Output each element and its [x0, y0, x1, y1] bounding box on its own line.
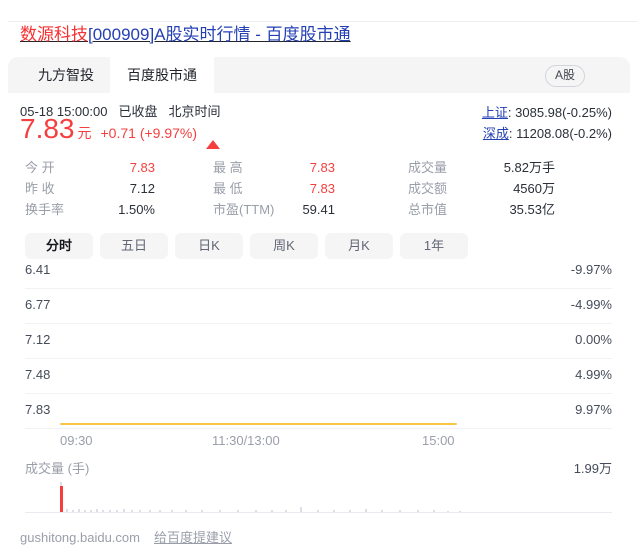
y-tick-price-4: 7.48 — [25, 367, 50, 382]
stats-column-1: 今 开7.83 昨 收7.12 换手率1.50% — [25, 157, 155, 220]
gridline-4 — [25, 393, 612, 394]
stats-column-2: 最 高7.83 最 低7.83 市盈(TTM)59.41 — [213, 157, 335, 220]
x-tick-open: 09:30 — [60, 433, 93, 448]
index-shanghai-link[interactable]: 上证 — [482, 105, 508, 120]
tab-jiufang-zhitou[interactable]: 九方智投 — [22, 57, 110, 93]
y-tick-pct-4: 4.99% — [575, 367, 612, 382]
period-tab-monthly-k[interactable]: 月K — [325, 233, 393, 259]
y-tick-price-1: 6.41 — [25, 262, 50, 277]
price-row: 7.83 元 +0.71 (+9.97%) — [20, 114, 220, 144]
current-price: 7.83 — [20, 114, 75, 144]
y-tick-pct-2: -4.99% — [571, 297, 612, 312]
y-tick-price-5: 7.83 — [25, 402, 50, 417]
footer: gushitong.baidu.com 给百度提建议 — [20, 527, 232, 546]
title-highlighted-term: 数源科技 — [20, 25, 88, 44]
index-shenzhen-link[interactable]: 深成 — [483, 126, 509, 141]
search-result-title-link[interactable]: 数源科技[000909]A股实时行情 - 百度股市通 — [20, 24, 351, 46]
stat-volume: 成交量5.82万手 — [408, 157, 555, 178]
x-tick-close: 15:00 — [422, 433, 455, 448]
index-shanghai: 上证: 3085.98(-0.25%) — [482, 102, 612, 123]
stat-market-cap: 总市值35.53亿 — [408, 199, 555, 220]
up-arrow-icon — [206, 123, 220, 139]
y-tick-pct-3: 0.00% — [575, 332, 612, 347]
price-change: +0.71 (+9.97%) — [101, 125, 198, 141]
source-tab-strip: 九方智投 百度股市通 A股 — [8, 57, 630, 93]
period-tab-weekly-k[interactable]: 周K — [250, 233, 318, 259]
period-tab-intraday[interactable]: 分时 — [25, 233, 93, 259]
y-tick-pct-1: -9.97% — [571, 262, 612, 277]
y-tick-pct-5: 9.97% — [575, 402, 612, 417]
volume-bars — [25, 478, 612, 513]
stats-column-3: 成交量5.82万手 成交额4560万 总市值35.53亿 — [408, 157, 555, 220]
stat-low: 最 低7.83 — [213, 178, 335, 199]
x-tick-midday: 11:30/13:00 — [212, 433, 280, 448]
tab-baidu-gushitong[interactable]: 百度股市通 — [110, 57, 214, 93]
price-unit: 元 — [78, 123, 92, 143]
period-tab-daily-k[interactable]: 日K — [175, 233, 243, 259]
stat-high: 最 高7.83 — [213, 157, 335, 178]
index-quotes: 上证: 3085.98(-0.25%) 深成: 11208.08(-0.2%) — [482, 102, 612, 144]
period-tab-1year[interactable]: 1年 — [400, 233, 468, 259]
intraday-price-line — [60, 423, 457, 425]
stock-quote-page: 数源科技[000909]A股实时行情 - 百度股市通 九方智投 百度股市通 A股… — [0, 0, 637, 546]
gridline-1 — [25, 288, 612, 289]
stat-pe-ttm: 市盈(TTM)59.41 — [213, 199, 335, 220]
stat-open: 今 开7.83 — [25, 157, 155, 178]
title-rest: [000909]A股实时行情 - 百度股市通 — [88, 25, 351, 44]
volume-axis-label: 成交量 (手) — [25, 458, 89, 477]
volume-max-value: 1.99万 — [574, 458, 612, 477]
source-domain: gushitong.baidu.com — [20, 530, 140, 545]
y-tick-price-3: 7.12 — [25, 332, 50, 347]
chart-period-tabs: 分时 五日 日K 周K 月K 1年 — [25, 233, 468, 259]
index-shenzhen: 深成: 11208.08(-0.2%) — [482, 123, 612, 144]
stat-amount: 成交额4560万 — [408, 178, 555, 199]
y-tick-price-2: 6.77 — [25, 297, 50, 312]
feedback-link[interactable]: 给百度提建议 — [154, 530, 232, 545]
gridline-3 — [25, 358, 612, 359]
gridline-5 — [25, 428, 612, 429]
gridline-2 — [25, 323, 612, 324]
index-shanghai-value: : 3085.98(-0.25%) — [508, 105, 612, 120]
stat-prev-close: 昨 收7.12 — [25, 178, 155, 199]
stat-turnover-rate: 换手率1.50% — [25, 199, 155, 220]
index-shenzhen-value: : 11208.08(-0.2%) — [509, 126, 612, 141]
period-tab-5day[interactable]: 五日 — [100, 233, 168, 259]
top-divider — [8, 21, 637, 22]
market-type-badge[interactable]: A股 — [545, 65, 585, 87]
